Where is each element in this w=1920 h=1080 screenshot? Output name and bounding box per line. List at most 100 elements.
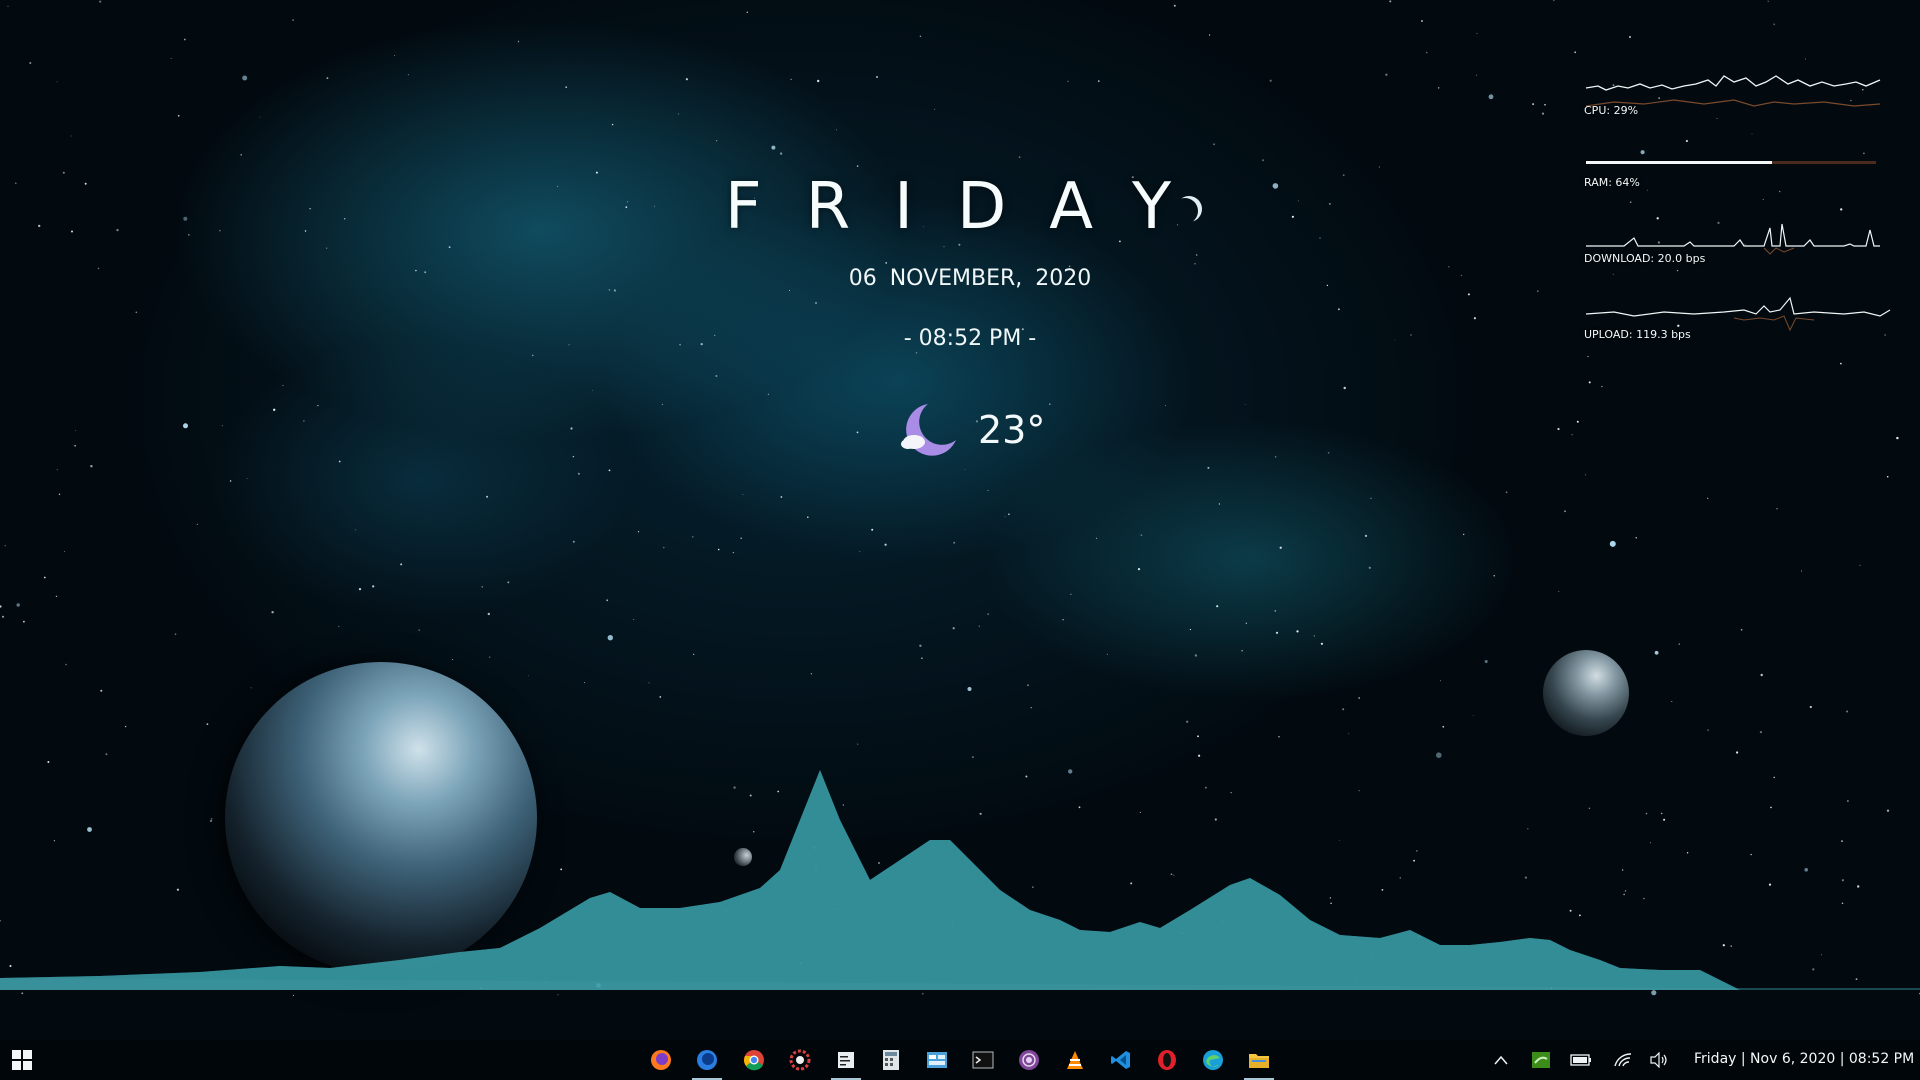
star xyxy=(23,620,25,623)
star xyxy=(1438,87,1440,89)
star xyxy=(292,19,294,21)
star xyxy=(1209,34,1211,36)
star xyxy=(1846,710,1849,713)
star xyxy=(1269,79,1272,82)
star xyxy=(43,576,46,579)
star xyxy=(1342,708,1345,711)
taskbar-app-opera[interactable] xyxy=(1148,1044,1186,1076)
star xyxy=(1326,284,1329,287)
star xyxy=(1137,568,1141,571)
star xyxy=(407,74,409,76)
star xyxy=(135,311,138,314)
firefox-icon xyxy=(651,1050,671,1070)
taskbar-app-control-panel[interactable] xyxy=(918,1044,956,1076)
star xyxy=(1760,673,1763,677)
star xyxy=(1198,754,1201,757)
taskbar-app-vlc[interactable] xyxy=(1056,1044,1094,1076)
ram-label: RAM: 64% xyxy=(1584,176,1640,189)
tray-nvidia[interactable] xyxy=(1528,1048,1554,1072)
star xyxy=(1378,166,1380,168)
star xyxy=(1776,508,1778,510)
star xyxy=(659,696,662,698)
star xyxy=(577,472,580,475)
star xyxy=(1313,635,1315,637)
star xyxy=(679,343,681,346)
star xyxy=(55,595,58,597)
star xyxy=(246,478,248,479)
star xyxy=(570,427,573,430)
star xyxy=(1327,452,1330,454)
taskbar-app-firefox[interactable] xyxy=(642,1044,680,1076)
star xyxy=(572,540,575,543)
folder-icon xyxy=(1249,1054,1269,1068)
star xyxy=(116,228,119,232)
taskbar-app-calculator[interactable] xyxy=(872,1044,910,1076)
star xyxy=(922,993,924,995)
star xyxy=(452,659,454,661)
windows-logo-icon xyxy=(12,1050,32,1070)
star xyxy=(292,994,294,997)
star xyxy=(1244,404,1246,405)
taskbar-app-notepad[interactable] xyxy=(827,1044,865,1080)
star xyxy=(250,687,252,689)
star xyxy=(1274,456,1277,458)
star xyxy=(344,218,346,220)
star xyxy=(188,234,190,236)
taskbar-app-file-explorer[interactable] xyxy=(1240,1044,1278,1080)
taskbar-clock[interactable]: Friday | Nov 6, 2020 | 08:52 PM xyxy=(1694,1051,1914,1067)
volume-icon xyxy=(1650,1052,1667,1068)
star xyxy=(304,230,307,232)
taskbar-app-tor[interactable] xyxy=(1010,1044,1048,1076)
star xyxy=(1216,605,1219,608)
star xyxy=(1030,707,1032,709)
star xyxy=(1759,731,1762,734)
star xyxy=(967,687,972,691)
star xyxy=(1472,715,1474,717)
star xyxy=(1564,510,1566,513)
star xyxy=(489,656,491,658)
star xyxy=(303,420,305,422)
star xyxy=(1651,990,1657,996)
star xyxy=(584,682,585,684)
star xyxy=(124,725,127,728)
star xyxy=(15,182,17,185)
star xyxy=(606,599,609,602)
star xyxy=(1342,174,1345,177)
star xyxy=(919,35,922,37)
star xyxy=(661,403,664,405)
star xyxy=(183,216,188,221)
taskbar-app-terminal[interactable] xyxy=(964,1044,1002,1076)
taskbar-app-edge[interactable] xyxy=(1194,1044,1232,1076)
taskbar-app-firefox-developer[interactable] xyxy=(688,1044,726,1080)
star xyxy=(259,116,261,118)
ram-bar-fill xyxy=(1586,161,1772,164)
start-button[interactable] xyxy=(0,1040,44,1080)
star xyxy=(717,548,720,551)
tray-overflow-button[interactable] xyxy=(1488,1048,1514,1072)
star xyxy=(527,675,529,677)
star xyxy=(613,289,617,292)
star xyxy=(716,140,718,142)
star xyxy=(1628,35,1632,39)
taskbar-app-vscode[interactable] xyxy=(1102,1044,1140,1076)
taskbar-app-chrome[interactable] xyxy=(735,1044,773,1076)
star xyxy=(90,465,93,468)
star xyxy=(595,171,598,174)
star xyxy=(1278,736,1280,738)
star xyxy=(487,612,490,616)
tray-battery[interactable] xyxy=(1568,1048,1594,1072)
star xyxy=(1736,751,1739,754)
star xyxy=(1601,385,1603,388)
star xyxy=(271,611,274,614)
star xyxy=(1368,566,1371,569)
star xyxy=(740,537,742,539)
tray-volume[interactable] xyxy=(1646,1048,1672,1072)
tray-wifi[interactable] xyxy=(1610,1048,1636,1072)
star xyxy=(338,460,341,463)
time-text: - 08:52 PM - xyxy=(903,326,1037,351)
star xyxy=(99,0,102,3)
audio-visualizer xyxy=(0,770,1920,990)
star xyxy=(971,756,974,759)
taskbar-app-settings[interactable] xyxy=(781,1044,819,1076)
temperature-text: 23° xyxy=(978,408,1046,452)
